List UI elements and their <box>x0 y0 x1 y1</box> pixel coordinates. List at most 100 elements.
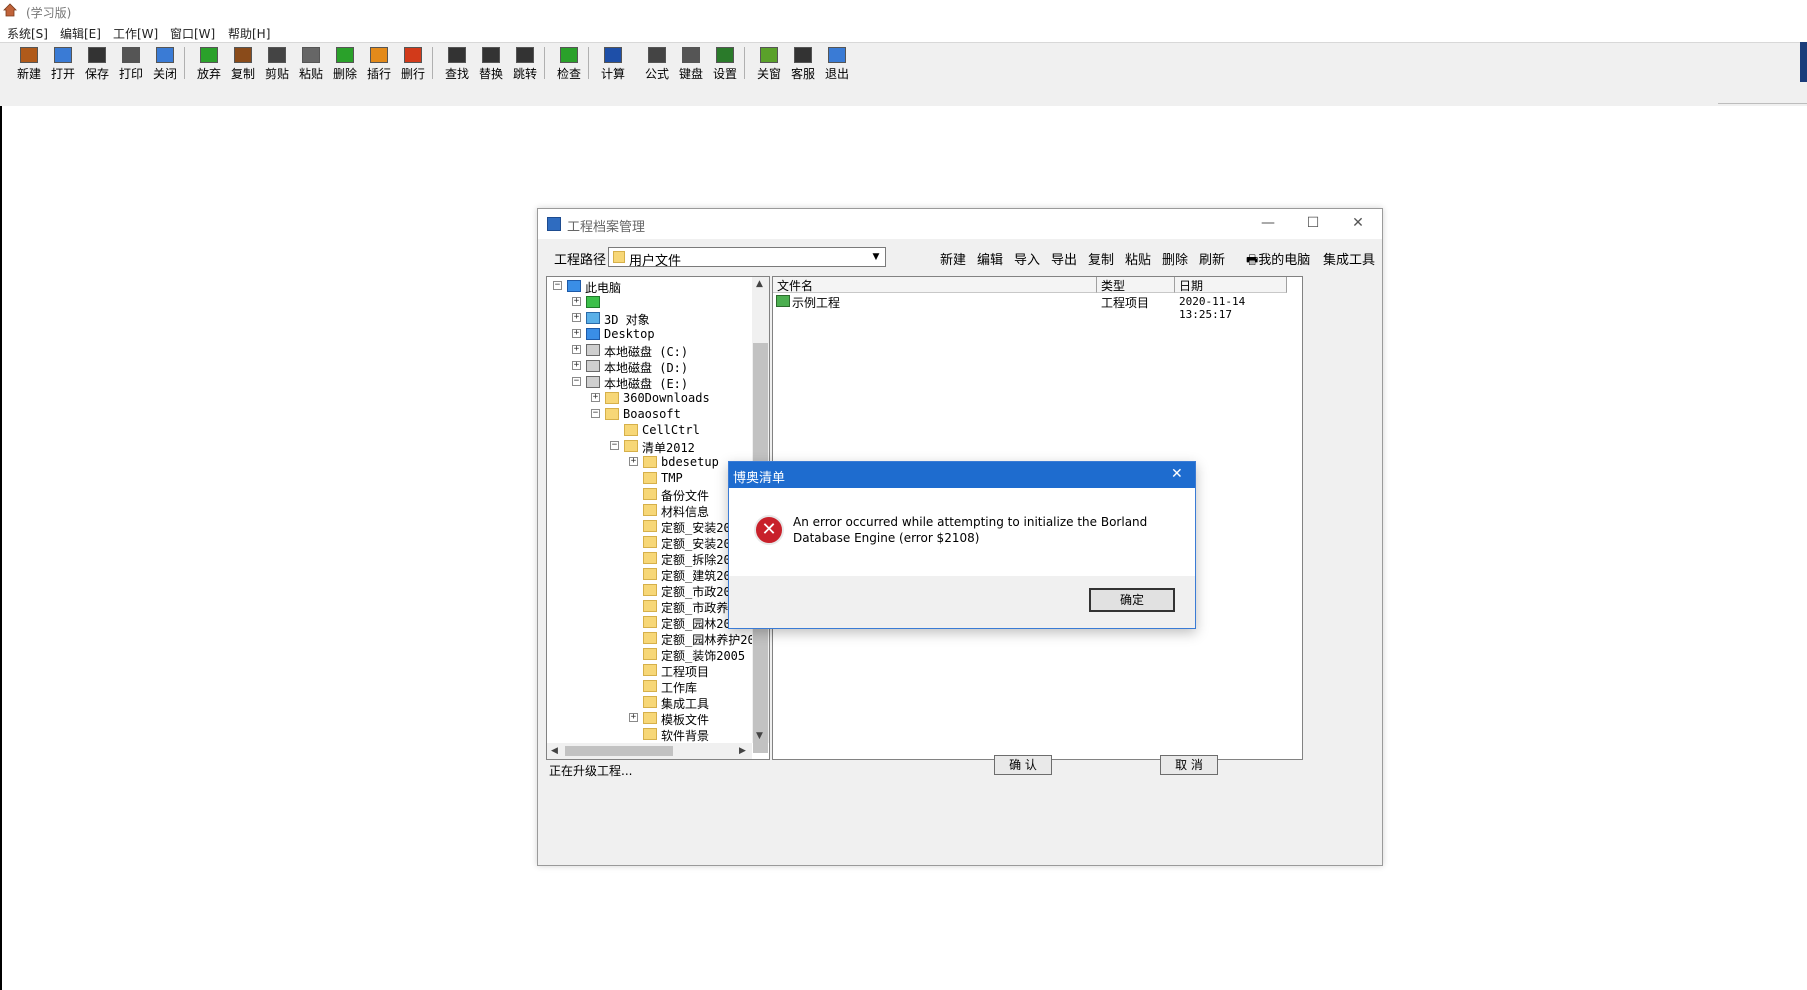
scroll-up-icon[interactable]: ▲ <box>756 279 763 289</box>
toolbar-button-9[interactable]: 粘贴 <box>294 45 328 81</box>
tree-item[interactable]: 定额_园林养护20 <box>549 631 755 647</box>
minimize-icon[interactable]: — <box>1258 215 1278 231</box>
tree-item[interactable]: 工作库 <box>549 679 749 695</box>
toolbar-button-4[interactable]: 打印 <box>114 45 148 81</box>
tree-item[interactable]: + Desktop <box>549 327 749 343</box>
tree-item[interactable]: 材料信息 <box>549 503 749 519</box>
my-computer-button[interactable]: 🖶我的电脑 <box>1246 249 1310 273</box>
tree-item[interactable]: 定额_市政养护 <box>549 599 749 615</box>
table-row[interactable]: 示例工程 工程项目 2020-11-14 13:25:17 <box>773 294 1302 321</box>
menu-edit[interactable]: 编辑[E] <box>60 25 101 42</box>
tree-item[interactable]: 集成工具 <box>549 695 749 711</box>
toolbar-button-19[interactable]: 键盘 <box>674 45 708 81</box>
expand-icon[interactable]: + <box>591 393 600 402</box>
toolbar-button-16[interactable]: 检查 <box>552 45 586 81</box>
menu-window[interactable]: 窗口[W] <box>170 25 215 42</box>
integration-tools-button[interactable]: 集成工具 <box>1323 249 1375 268</box>
toolbar-button-15[interactable]: 跳转 <box>508 45 542 81</box>
tree-item[interactable]: − 此电脑 <box>549 279 749 295</box>
tree-item[interactable]: +用户文件 <box>549 759 749 760</box>
toolbar-button-23[interactable]: 退出 <box>820 45 854 81</box>
toolbar-button-8[interactable]: 剪贴 <box>260 45 294 81</box>
expand-icon[interactable]: + <box>572 297 581 306</box>
tree-item[interactable]: − 本地磁盘 (E:) <box>549 375 749 391</box>
action-import[interactable]: 导入 <box>1014 249 1040 268</box>
toolbar-button-7[interactable]: 复制 <box>226 45 260 81</box>
tree-item[interactable]: + 模板文件 <box>549 711 749 727</box>
toolbar-button-20[interactable]: 设置 <box>708 45 742 81</box>
toolbar-button-22[interactable]: 客服 <box>786 45 820 81</box>
expand-icon[interactable]: + <box>572 313 581 322</box>
tree-item[interactable]: + 本地磁盘 (C:) <box>549 343 749 359</box>
toolbar-button-14[interactable]: 替换 <box>474 45 508 81</box>
column-filename[interactable]: 文件名 <box>773 277 1097 293</box>
expand-icon[interactable]: + <box>572 329 581 338</box>
menu-work[interactable]: 工作[W] <box>113 25 158 42</box>
toolbar-button-6[interactable]: 放弃 <box>192 45 226 81</box>
collapse-icon[interactable]: − <box>553 281 562 290</box>
menu-system[interactable]: 系统[S] <box>7 25 48 42</box>
tree-item[interactable]: 定额_建筑200 <box>549 567 749 583</box>
tree-item[interactable]: TMP <box>549 471 749 487</box>
keyboard-icon <box>682 47 700 63</box>
action-delete[interactable]: 删除 <box>1162 249 1188 268</box>
tree-item[interactable]: 软件背景 <box>549 727 749 743</box>
column-type[interactable]: 类型 <box>1097 277 1175 293</box>
menu-help[interactable]: 帮助[H] <box>228 25 270 42</box>
tree-item[interactable]: 工程项目 <box>549 663 749 679</box>
tree-item[interactable]: 定额_安装200 <box>549 519 749 535</box>
scroll-right-icon[interactable]: ▶ <box>739 746 746 756</box>
column-date[interactable]: 日期 <box>1175 277 1287 293</box>
collapse-icon[interactable]: − <box>591 409 600 418</box>
tree-item[interactable]: + bdesetup <box>549 455 749 471</box>
cancel-button[interactable]: 取 消 <box>1160 755 1218 775</box>
expand-icon[interactable]: + <box>572 345 581 354</box>
tree-item[interactable]: + <box>549 295 749 311</box>
tree-item[interactable]: +360Downloads <box>549 391 749 407</box>
tree-item[interactable]: 定额_市政200 <box>549 583 749 599</box>
tree-item[interactable]: 备份文件 <box>549 487 749 503</box>
close-icon[interactable]: ✕ <box>1171 466 1183 482</box>
toolbar-button-18[interactable]: 公式 <box>640 45 674 81</box>
tree-item[interactable]: 定额_安装200 <box>549 535 749 551</box>
action-refresh[interactable]: 刷新 <box>1199 249 1225 268</box>
tree-item[interactable]: +3D 对象 <box>549 311 749 327</box>
app-titlebar: (学习版) <box>0 0 1807 22</box>
toolbar-button-10[interactable]: 删除 <box>328 45 362 81</box>
chevron-down-icon[interactable]: ▼ <box>869 250 883 264</box>
action-paste[interactable]: 粘贴 <box>1125 249 1151 268</box>
scroll-down-icon[interactable]: ▼ <box>756 731 763 741</box>
toolbar-button-11[interactable]: 插行 <box>362 45 396 81</box>
tree-item[interactable]: CellCtrl <box>549 423 749 439</box>
action-copy[interactable]: 复制 <box>1088 249 1114 268</box>
expand-icon[interactable]: + <box>572 361 581 370</box>
toolbar-button-3[interactable]: 保存 <box>80 45 114 81</box>
ok-button[interactable]: 确定 <box>1089 588 1175 612</box>
action-new[interactable]: 新建 <box>940 249 966 268</box>
toolbar-button-2[interactable]: 打开 <box>46 45 80 81</box>
expand-icon[interactable]: + <box>629 713 638 722</box>
toolbar-button-5[interactable]: 关闭 <box>148 45 182 81</box>
action-export[interactable]: 导出 <box>1051 249 1077 268</box>
tree-hscroll-thumb[interactable] <box>565 746 673 756</box>
maximize-icon[interactable]: ☐ <box>1303 215 1323 231</box>
confirm-button[interactable]: 确 认 <box>994 755 1052 775</box>
scroll-left-icon[interactable]: ◀ <box>551 746 558 756</box>
action-edit[interactable]: 编辑 <box>977 249 1003 268</box>
path-select[interactable]: 用户文件 ▼ <box>608 247 886 269</box>
collapse-icon[interactable]: − <box>610 441 619 450</box>
tree-item[interactable]: − 清单2012 <box>549 439 749 455</box>
toolbar-button-17[interactable]: 计算 <box>596 45 630 81</box>
tree-item[interactable]: 定额_拆除20 <box>549 551 749 567</box>
tree-item[interactable]: − Boaosoft <box>549 407 749 423</box>
collapse-icon[interactable]: − <box>572 377 581 386</box>
toolbar-button-1[interactable]: 新建 <box>12 45 46 81</box>
tree-item[interactable]: + 本地磁盘 (D:) <box>549 359 749 375</box>
toolbar-button-12[interactable]: 删行 <box>396 45 430 81</box>
tree-item[interactable]: 定额_装饰2005 <box>549 647 749 663</box>
toolbar-button-21[interactable]: 关窗 <box>752 45 786 81</box>
tree-item[interactable]: 定额_园林200 <box>549 615 749 631</box>
toolbar-button-13[interactable]: 查找 <box>440 45 474 81</box>
expand-icon[interactable]: + <box>629 457 638 466</box>
close-icon[interactable]: ✕ <box>1348 215 1368 231</box>
